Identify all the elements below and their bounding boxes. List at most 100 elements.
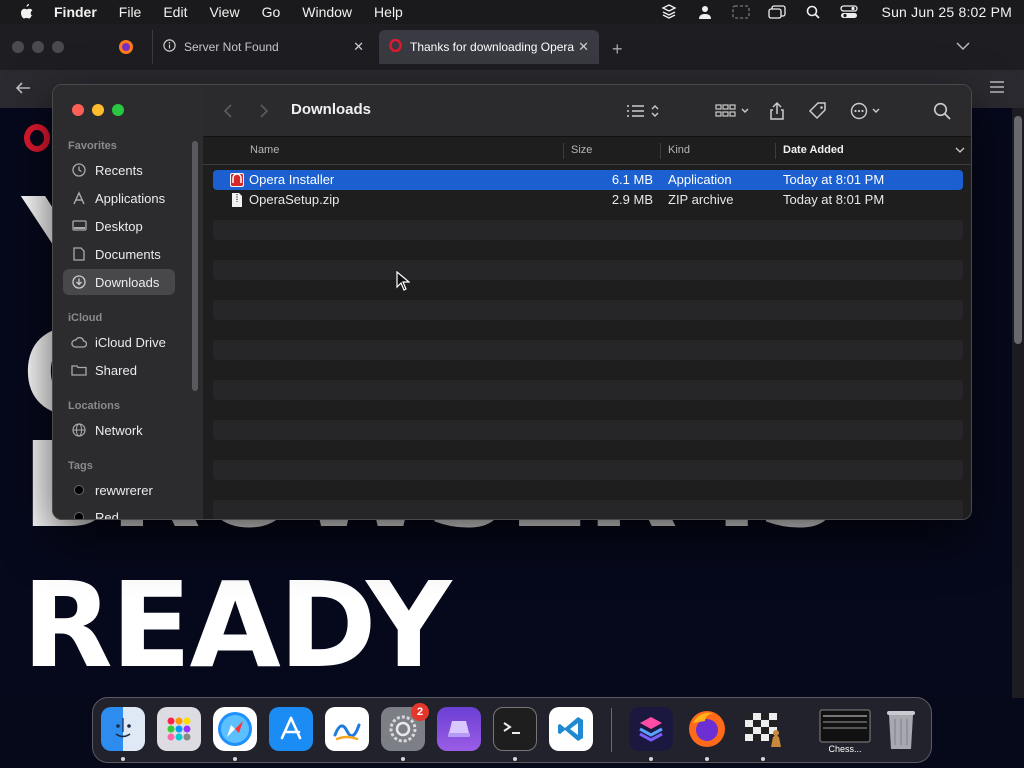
sidebar-tag-rewwrerer[interactable]: rewwrerer — [63, 477, 175, 503]
launchpad-icon[interactable] — [157, 707, 201, 751]
window-title: Downloads — [291, 101, 372, 118]
sidebar-item-desktop[interactable]: Desktop — [63, 213, 175, 239]
back-chevron-icon[interactable] — [223, 99, 233, 123]
shared-folder-icon — [71, 362, 87, 378]
running-indicator — [649, 757, 653, 761]
sidebar-item-label: rewwrerer — [95, 482, 153, 498]
sidebar-item-applications[interactable]: Applications — [63, 185, 175, 211]
simulator-icon[interactable] — [437, 707, 481, 751]
minimized-chess-window[interactable]: Chess... — [817, 707, 873, 754]
trash-icon[interactable] — [879, 707, 923, 751]
tab-server-not-found[interactable]: Server Not Found ✕ — [152, 30, 374, 64]
back-arrow-icon[interactable] — [14, 79, 32, 100]
menubar-clock[interactable]: Sun Jun 25 8:02 PM — [882, 4, 1012, 20]
sidebar-scrollbar[interactable] — [192, 141, 198, 391]
minimize-window-button[interactable] — [92, 104, 104, 116]
firefox-tab-icon[interactable] — [118, 39, 134, 58]
menu-help[interactable]: Help — [374, 4, 403, 20]
hamburger-menu-icon[interactable] — [990, 81, 1004, 96]
globe-icon — [71, 422, 87, 438]
shortcuts-icon[interactable] — [629, 707, 673, 751]
sidebar-section-icloud: iCloud — [68, 312, 103, 324]
sidebar-item-network[interactable]: Network — [63, 417, 175, 443]
tab-opera-download[interactable]: Thanks for downloading Opera ✕ — [379, 30, 599, 64]
list-view-icon[interactable] — [623, 99, 661, 123]
mouse-cursor — [396, 270, 411, 294]
sidebar-item-label: Red — [95, 509, 119, 520]
column-date-added[interactable]: Date Added — [783, 144, 844, 156]
file-row-operasetup-zip[interactable]: OperaSetup.zip 2.9 MB ZIP archive Today … — [213, 190, 963, 210]
empty-row — [213, 500, 963, 519]
tab-title: Thanks for downloading Opera — [410, 40, 575, 54]
sidebar-item-label: Network — [95, 422, 143, 438]
apple-icon[interactable] — [18, 3, 36, 21]
file-size: 6.1 MB — [611, 172, 653, 187]
sidebar-item-label: Downloads — [95, 274, 160, 290]
column-name[interactable]: Name — [250, 144, 279, 156]
sort-chevron-icon[interactable] — [955, 145, 965, 157]
sidebar-item-documents[interactable]: Documents — [63, 241, 175, 267]
sidebar-item-downloads[interactable]: Downloads — [63, 269, 175, 295]
file-name: OperaSetup.zip — [249, 192, 340, 207]
column-size[interactable]: Size — [571, 144, 592, 156]
chess-icon[interactable] — [741, 707, 785, 751]
sidebar-section-favorites: Favorites — [68, 140, 117, 152]
sidebar-item-shared[interactable]: Shared — [63, 357, 175, 383]
chevron-down-icon[interactable] — [956, 39, 970, 54]
freeform-icon[interactable] — [325, 707, 369, 751]
file-name: Opera Installer — [249, 172, 335, 187]
group-by-icon[interactable] — [713, 99, 751, 123]
close-icon[interactable]: ✕ — [353, 39, 364, 55]
system-settings-icon[interactable]: 2 — [381, 703, 429, 751]
screen-mirror-icon[interactable] — [731, 4, 750, 20]
menu-go[interactable]: Go — [262, 4, 281, 20]
control-center-icon[interactable] — [839, 4, 858, 20]
finder-icon[interactable] — [101, 707, 145, 751]
menu-edit[interactable]: Edit — [163, 4, 187, 20]
more-actions-icon[interactable] — [849, 99, 885, 123]
menu-view[interactable]: View — [209, 4, 239, 20]
zoom-window-button[interactable] — [112, 104, 124, 116]
sidebar-item-recents[interactable]: Recents — [63, 157, 175, 183]
file-row-opera-installer[interactable]: Opera Installer 6.1 MB Application Today… — [213, 170, 963, 190]
safari-icon[interactable] — [213, 707, 257, 751]
tag-icon[interactable] — [808, 99, 828, 123]
menu-app-finder[interactable]: Finder — [54, 4, 97, 20]
empty-row — [213, 280, 963, 300]
close-icon[interactable]: ✕ — [578, 39, 589, 55]
empty-row — [213, 240, 963, 260]
sidebar-item-icloud-drive[interactable]: iCloud Drive — [63, 329, 175, 355]
finder-content: Downloads Name Size Kind Date Added Oper… — [203, 85, 971, 519]
page-scrollbar-thumb[interactable] — [1014, 116, 1022, 344]
menu-bar: Finder File Edit View Go Window Help Sun… — [0, 0, 1024, 24]
user-icon[interactable] — [696, 4, 714, 20]
firefox-icon[interactable] — [685, 707, 729, 751]
terminal-icon[interactable] — [493, 707, 537, 751]
app-store-icon[interactable] — [269, 707, 313, 751]
document-icon — [71, 246, 87, 262]
column-header: Name Size Kind Date Added — [203, 137, 971, 165]
opera-logo — [24, 124, 50, 152]
vscode-icon[interactable] — [549, 707, 593, 751]
menu-file[interactable]: File — [119, 4, 142, 20]
stack-icon[interactable] — [660, 4, 678, 20]
applications-icon — [71, 190, 87, 206]
column-separator[interactable] — [775, 143, 776, 159]
sidebar-tag-red[interactable]: Red — [63, 504, 175, 520]
close-window-button[interactable] — [72, 104, 84, 116]
share-icon[interactable] — [768, 99, 786, 123]
column-separator[interactable] — [563, 143, 564, 159]
search-icon[interactable] — [933, 99, 951, 123]
new-tab-button[interactable]: + — [612, 39, 623, 60]
running-indicator — [513, 757, 517, 761]
windows-icon[interactable] — [767, 4, 786, 20]
column-separator[interactable] — [660, 143, 661, 159]
search-icon[interactable] — [804, 4, 822, 20]
column-kind[interactable]: Kind — [668, 144, 690, 156]
forward-chevron-icon[interactable] — [259, 99, 269, 123]
empty-row — [213, 400, 963, 420]
menu-window[interactable]: Window — [302, 4, 352, 20]
empty-row — [213, 220, 963, 240]
sidebar-item-label: Desktop — [95, 218, 143, 234]
file-date-added: Today at 8:01 PM — [783, 172, 885, 187]
